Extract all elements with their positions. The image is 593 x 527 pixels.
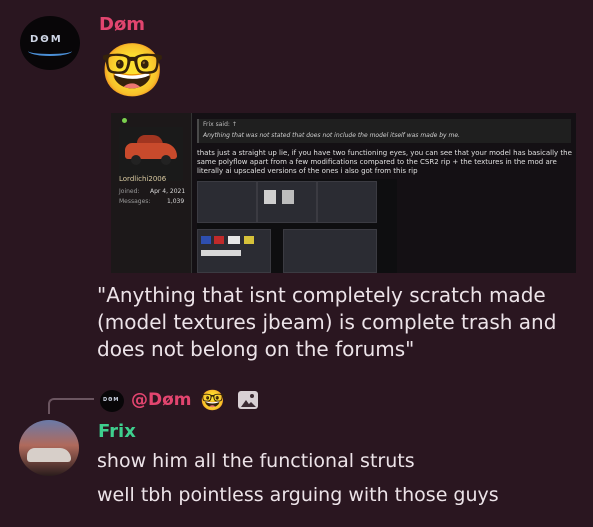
reply-mention[interactable]: @Døm [131, 390, 192, 410]
thumbnail [257, 181, 317, 223]
message-text: well tbh pointless arguing with those gu… [97, 484, 499, 506]
attached-thumbnails [197, 179, 397, 273]
thumbnail [197, 229, 271, 273]
avatar-car [27, 448, 71, 462]
thumbnail [197, 181, 257, 223]
user-avatar-dom[interactable]: DΘM [20, 16, 80, 70]
quote-header: Frix said: ↑ [203, 121, 237, 128]
message-text: show him all the functional struts [97, 450, 415, 472]
messages-label: Messages: [119, 198, 151, 205]
image-icon [238, 391, 258, 409]
message-author[interactable]: Døm [99, 14, 145, 35]
car-wheel [161, 155, 171, 165]
online-indicator-icon [122, 118, 127, 123]
joined-value: Apr 4, 2021 [150, 188, 186, 195]
thumbnail [283, 229, 377, 273]
reply-nerd-emoji: 🤓 [200, 388, 225, 412]
message-text: "Anything that isnt completely scratch m… [97, 283, 557, 361]
forum-post-text: thats just a straight up lie, if you hav… [197, 149, 572, 175]
quote-body: Anything that was not stated that does n… [203, 132, 460, 139]
car-wheel [131, 155, 141, 165]
attached-screenshot[interactable]: Lordlichi2006 Joined: Apr 4, 2021 Messag… [111, 113, 576, 273]
forum-user-sidebar: Lordlichi2006 Joined: Apr 4, 2021 Messag… [111, 113, 192, 273]
reply-avatar-text: DΘM [103, 397, 120, 403]
thumbnail [317, 181, 377, 223]
joined-label: Joined: [119, 188, 140, 195]
reply-connector [48, 398, 94, 414]
message-author[interactable]: Frix [98, 421, 136, 442]
forum-username: Lordlichi2006 [119, 175, 167, 183]
messages-value: 1,039 [167, 198, 185, 205]
reply-avatar[interactable]: DΘM [100, 390, 124, 412]
avatar-logo-text: DΘM [30, 34, 63, 45]
user-avatar-frix[interactable] [19, 420, 79, 476]
user-avatar-car [119, 127, 183, 181]
avatar-swoosh [28, 46, 72, 56]
nerd-emoji: 🤓 [100, 41, 165, 101]
quote-block [197, 119, 571, 143]
